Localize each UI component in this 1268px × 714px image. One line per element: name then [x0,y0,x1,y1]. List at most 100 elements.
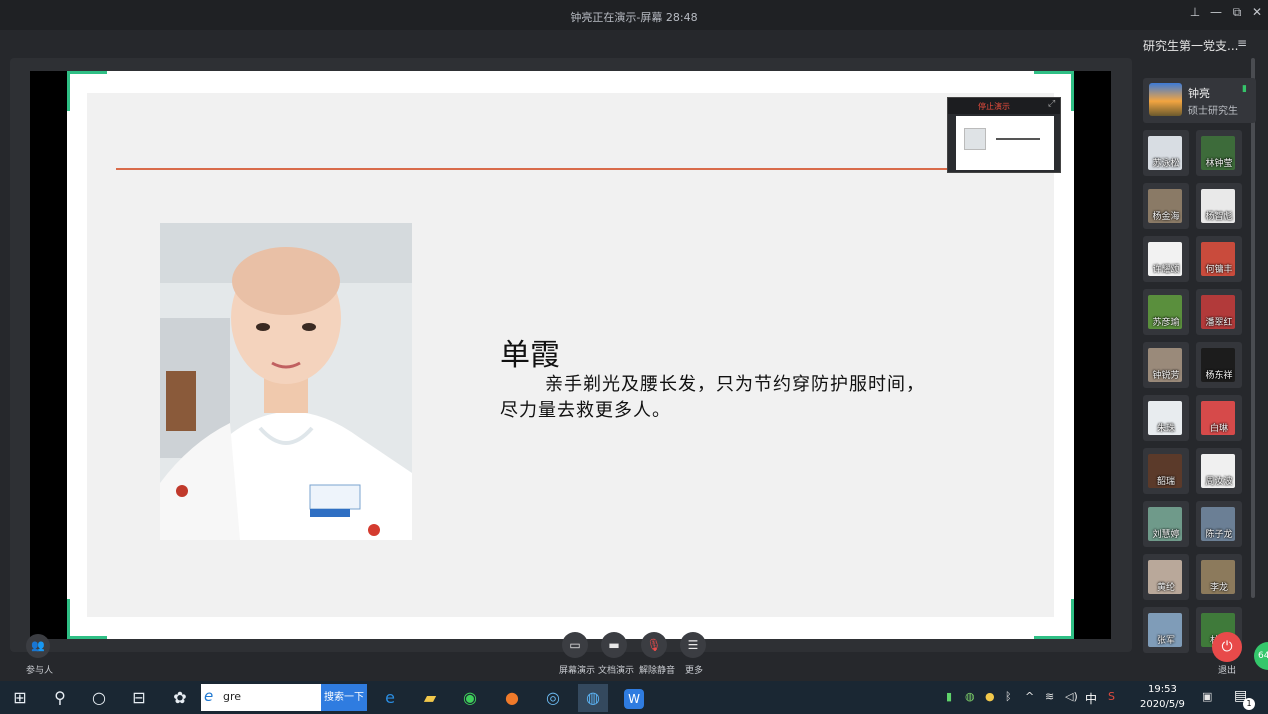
stop-presentation-button[interactable]: 停止演示 [978,101,1010,112]
meeting-app-taskbar-icon[interactable]: ◍ [578,684,608,712]
host-role: 硕士研究生 [1188,106,1238,117]
people-icon: 👥 [31,639,45,652]
unmute-label: 解除静音 [639,666,676,676]
host-avatar [1149,83,1182,116]
participant-tile[interactable]: 苏彦瑜 [1143,289,1189,335]
meeting-app-window: 钟亮正在演示-屏幕 28:48 ⊥ — ⧉ ✕ 单霞 亲手剃光及腰长发，只为节约… [0,0,1268,714]
participant-tile[interactable]: 杨东祥 [1196,342,1242,388]
pin-icon[interactable]: ⊥ [1186,5,1204,19]
participant-tile[interactable]: 黄纶 [1143,554,1189,600]
clock-date[interactable]: 2020/5/9 [1140,699,1185,710]
unmute-button[interactable]: 🎙 [641,632,667,658]
document-share-button[interactable]: ▬ [601,632,627,658]
screen-share-icon: ▭ [569,638,581,652]
participant-tile[interactable]: 张军 [1143,607,1189,653]
more-label: 更多 [685,666,704,676]
wps-icon[interactable]: W [619,684,649,712]
minimize-icon[interactable]: — [1207,5,1225,19]
list-menu-icon[interactable]: ≡ [1237,36,1247,50]
volume-icon[interactable]: ◁) [1065,690,1078,703]
edge-icon[interactable]: e [375,684,405,712]
battery-icon[interactable]: ▮ [946,690,952,703]
clock-time[interactable]: 19:53 [1148,684,1177,695]
wechat-icon[interactable]: ◉ [455,684,485,712]
participant-name: 白琳 [1209,424,1228,434]
participant-tile[interactable]: 李龙 [1196,554,1242,600]
participant-name: 李龙 [1209,583,1228,593]
menu-icon: ☰ [687,638,699,652]
sogou-icon[interactable]: S [1108,690,1115,703]
task-view-icon[interactable]: ⊟ [124,684,154,712]
participant-tile[interactable]: 许耀颂 [1143,236,1189,282]
exit-label: 退出 [1218,666,1237,676]
mini-text-line [996,138,1040,140]
participant-tile[interactable]: 杨智彪 [1196,183,1242,229]
mic-active-icon: ▮ [1242,84,1247,94]
participant-tile[interactable]: 陈子龙 [1196,501,1242,547]
participant-tile[interactable]: 何镛丰 [1196,236,1242,282]
wifi-icon[interactable]: ≋ [1045,690,1054,703]
participant-tile[interactable]: 白琳 [1196,395,1242,441]
firefox-icon[interactable]: ● [497,684,527,712]
more-button[interactable]: ☰ [680,632,706,658]
mini-preview-thumbnail [956,116,1054,170]
participant-name: 钟锐芳 [1152,371,1180,381]
exit-button[interactable]: ⏻ [1212,632,1242,662]
participant-tile[interactable]: 韶瑞 [1143,448,1189,494]
tray-app2-icon[interactable]: ● [985,690,995,703]
participant-tile[interactable]: 钟锐芳 [1143,342,1189,388]
chevron-up-icon[interactable]: ^ [1025,690,1034,703]
mini-preview-bar: 停止演示 ⤢ [948,98,1060,114]
participant-name: 陈子龙 [1205,530,1233,540]
participant-tile[interactable]: 朱珠 [1143,395,1189,441]
host-name: 钟亮 [1188,87,1210,100]
windows-start-icon[interactable]: ⊞ [5,684,35,712]
screen-share-button[interactable]: ▭ [562,632,588,658]
browser-search-field[interactable] [201,684,321,711]
search-input-value[interactable]: gre [223,690,241,703]
participants-button[interactable]: 👥 [26,634,50,658]
browser-icon[interactable]: ◎ [538,684,568,712]
file-explorer-icon[interactable]: ▰ [415,684,445,712]
mic-muted-icon: 🎙 [646,638,662,652]
participant-name: 许耀颂 [1152,265,1180,275]
participant-name: 黄纶 [1156,583,1175,593]
power-icon: ⏻ [1221,639,1233,655]
portrait-photo [160,223,412,540]
participant-name: 杨智彪 [1205,212,1233,222]
slide-text-line-2: 尽力量去救更多人。 [500,400,671,421]
participants-label: 参与人 [26,666,54,676]
slide-person-name: 单霞 [500,338,560,373]
participant-name: 朱珠 [1156,424,1175,434]
ie-icon: e [204,687,214,705]
participant-tile[interactable]: 苏泳松 [1143,130,1189,176]
close-icon[interactable]: ✕ [1248,5,1266,19]
participant-tile[interactable]: 周汝波 [1196,448,1242,494]
cortana-icon[interactable]: ○ [84,684,114,712]
search-button[interactable]: 搜索一下 [321,684,367,711]
bluetooth-icon[interactable]: ᛒ [1005,690,1012,703]
participant-tile[interactable]: 林钟莹 [1196,130,1242,176]
expand-icon[interactable]: ⤢ [1048,99,1055,109]
presenter-mini-preview[interactable]: 停止演示 ⤢ [947,97,1061,173]
app-icon[interactable]: ✿ [165,684,195,712]
slide-divider [116,168,1030,170]
participant-name: 林钟莹 [1205,159,1233,169]
panel-scrollbar[interactable] [1251,58,1255,598]
participant-name: 张军 [1156,636,1175,646]
participant-tile[interactable]: 杨金海 [1143,183,1189,229]
desktop-notification-icon[interactable]: ▣ [1202,690,1212,703]
tray-app-icon[interactable]: ◍ [965,690,975,703]
ime-indicator[interactable]: 中 [1085,690,1097,707]
participant-tile[interactable]: 潘翠红 [1196,289,1242,335]
participant-name: 何镛丰 [1205,265,1233,275]
participant-name: 潘翠红 [1205,318,1233,328]
status-badge[interactable]: 64 [1254,642,1268,670]
search-icon[interactable]: ⚲ [45,684,75,712]
participant-name: 刘慧婷 [1152,530,1180,540]
participant-name: 苏泳松 [1152,159,1180,169]
participant-name: 韶瑞 [1156,477,1175,487]
restore-icon[interactable]: ⧉ [1228,5,1246,20]
participant-tile[interactable]: 刘慧婷 [1143,501,1189,547]
participant-name: 周汝波 [1205,477,1233,487]
